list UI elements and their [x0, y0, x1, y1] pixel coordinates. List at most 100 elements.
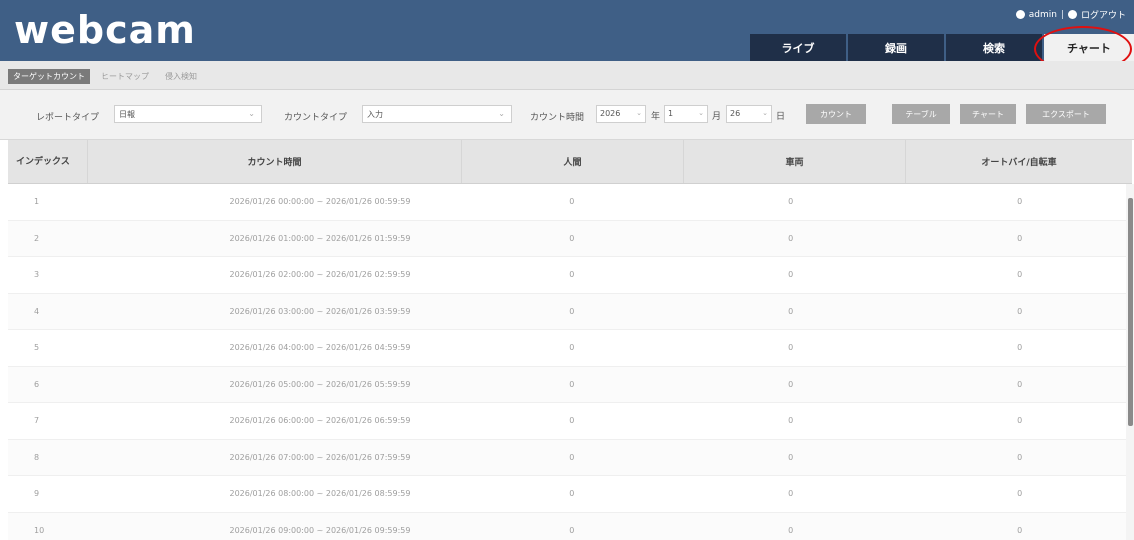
count-type-select[interactable]: 入力 ⌄ [362, 105, 512, 123]
col-header-human[interactable]: 人間 [462, 140, 684, 183]
cell-count-time: 2026/01/26 05:00:00 ~ 2026/01/26 05:59:5… [229, 379, 411, 389]
count-type-value: 入力 [367, 110, 383, 119]
day-select[interactable]: 26 ⌄ [726, 105, 772, 123]
col-header-index[interactable]: インデックス [8, 140, 88, 183]
cell-vehicle: 0 [788, 452, 794, 462]
report-type-select[interactable]: 日報 ⌄ [114, 105, 262, 123]
table-row: 9 2026/01/26 08:00:00 ~ 2026/01/26 08:59… [8, 476, 1126, 513]
cell-human: 0 [569, 525, 575, 535]
col-header-count-time[interactable]: カウント時間 [88, 140, 462, 183]
filter-bar: レポートタイプ 日報 ⌄ カウントタイプ 入力 ⌄ カウント時間 2026 ⌄ … [0, 90, 1134, 140]
table-row: 10 2026/01/26 09:00:00 ~ 2026/01/26 09:5… [8, 512, 1126, 540]
app-header: webcam admin | ログアウト ライブ 録画 検索 チャート [0, 0, 1134, 61]
cell-count-time: 2026/01/26 03:00:00 ~ 2026/01/26 03:59:5… [229, 306, 411, 316]
logout-link[interactable]: ログアウト [1081, 8, 1126, 21]
count-time-label: カウント時間 [530, 113, 585, 123]
cell-vehicle: 0 [788, 270, 794, 280]
chevron-down-icon: ⌄ [636, 109, 642, 117]
day-value: 26 [730, 109, 741, 118]
tab-playback[interactable]: 録画 [848, 34, 944, 61]
cell-motorbike: 0 [1017, 233, 1023, 243]
cell-count-time: 2026/01/26 01:00:00 ~ 2026/01/26 01:59:5… [229, 233, 411, 243]
sub-tab-bar: ターゲットカウント ヒートマップ 侵入検知 [0, 61, 1134, 90]
cell-motorbike: 0 [1017, 197, 1023, 207]
cell-index: 9 [34, 489, 40, 499]
cell-count-time: 2026/01/26 04:00:00 ~ 2026/01/26 04:59:5… [229, 343, 411, 353]
cell-vehicle: 0 [788, 343, 794, 353]
month-unit: 月 [712, 112, 722, 122]
main-nav: ライブ 録画 検索 チャート [748, 34, 1134, 61]
cell-motorbike: 0 [1017, 306, 1023, 316]
username[interactable]: admin [1029, 10, 1057, 20]
cell-index: 7 [34, 416, 40, 426]
cell-vehicle: 0 [788, 379, 794, 389]
table-row: 8 2026/01/26 07:00:00 ~ 2026/01/26 07:59… [8, 439, 1126, 476]
col-header-motorbike[interactable]: オートバイ/自転車 [906, 140, 1132, 183]
table-row: 2 2026/01/26 01:00:00 ~ 2026/01/26 01:59… [8, 220, 1126, 257]
cell-motorbike: 0 [1017, 489, 1023, 499]
report-type-label: レポートタイプ [36, 113, 100, 123]
chart-button[interactable]: チャート [960, 104, 1016, 124]
cell-count-time: 2026/01/26 08:00:00 ~ 2026/01/26 08:59:5… [229, 489, 411, 499]
cell-human: 0 [569, 197, 575, 207]
tab-chart[interactable]: チャート [1044, 34, 1134, 61]
cell-human: 0 [569, 452, 575, 462]
report-type-value: 日報 [119, 110, 135, 119]
cell-index: 8 [34, 452, 40, 462]
cell-vehicle: 0 [788, 306, 794, 316]
tab-live[interactable]: ライブ [750, 34, 846, 61]
cell-index: 4 [34, 306, 40, 316]
app-logo: webcam [14, 8, 196, 52]
col-header-vehicle[interactable]: 車両 [684, 140, 906, 183]
userbar-separator: | [1060, 9, 1064, 20]
table-scrollbar-thumb[interactable] [1128, 198, 1133, 426]
cell-count-time: 2026/01/26 00:00:00 ~ 2026/01/26 00:59:5… [229, 197, 411, 207]
day-unit: 日 [776, 112, 786, 122]
year-value: 2026 [600, 109, 621, 118]
subtab-target-count[interactable]: ターゲットカウント [8, 69, 90, 84]
cell-human: 0 [569, 233, 575, 243]
cell-vehicle: 0 [788, 197, 794, 207]
cell-index: 3 [34, 270, 40, 280]
month-select[interactable]: 1 ⌄ [664, 105, 708, 123]
cell-index: 5 [34, 343, 40, 353]
cell-count-time: 2026/01/26 02:00:00 ~ 2026/01/26 02:59:5… [229, 270, 411, 280]
table-row: 1 2026/01/26 00:00:00 ~ 2026/01/26 00:59… [8, 184, 1126, 221]
tab-search[interactable]: 検索 [946, 34, 1042, 61]
cell-index: 6 [34, 379, 40, 389]
user-icon [1015, 10, 1025, 19]
cell-human: 0 [569, 306, 575, 316]
cell-motorbike: 0 [1017, 452, 1023, 462]
chevron-down-icon: ⌄ [248, 109, 255, 118]
count-button[interactable]: カウント [806, 104, 866, 124]
cell-index: 1 [34, 197, 40, 207]
chevron-down-icon: ⌄ [762, 109, 768, 117]
cell-count-time: 2026/01/26 07:00:00 ~ 2026/01/26 07:59:5… [229, 452, 411, 462]
subtab-heatmap[interactable]: ヒートマップ [96, 69, 154, 84]
cell-index: 2 [34, 233, 40, 243]
year-unit: 年 [651, 112, 661, 122]
cell-count-time: 2026/01/26 06:00:00 ~ 2026/01/26 06:59:5… [229, 416, 411, 426]
user-bar: admin | ログアウト [1015, 8, 1126, 21]
cell-index: 10 [34, 525, 45, 535]
table-button[interactable]: テーブル [892, 104, 950, 124]
year-select[interactable]: 2026 ⌄ [596, 105, 646, 123]
cell-human: 0 [569, 489, 575, 499]
table-row: 3 2026/01/26 02:00:00 ~ 2026/01/26 02:59… [8, 257, 1126, 294]
cell-human: 0 [569, 379, 575, 389]
cell-motorbike: 0 [1017, 379, 1023, 389]
cell-vehicle: 0 [788, 489, 794, 499]
cell-human: 0 [569, 416, 575, 426]
cell-motorbike: 0 [1017, 270, 1023, 280]
month-value: 1 [668, 109, 674, 118]
export-button[interactable]: エクスポート [1026, 104, 1106, 124]
table-row: 4 2026/01/26 03:00:00 ~ 2026/01/26 03:59… [8, 293, 1126, 330]
cell-motorbike: 0 [1017, 525, 1023, 535]
cell-motorbike: 0 [1017, 416, 1023, 426]
subtab-intrusion[interactable]: 侵入検知 [160, 69, 202, 84]
table-row: 5 2026/01/26 04:00:00 ~ 2026/01/26 04:59… [8, 330, 1126, 367]
table-row: 6 2026/01/26 05:00:00 ~ 2026/01/26 05:59… [8, 366, 1126, 403]
table-row: 7 2026/01/26 06:00:00 ~ 2026/01/26 06:59… [8, 403, 1126, 440]
cell-human: 0 [569, 343, 575, 353]
cell-vehicle: 0 [788, 525, 794, 535]
